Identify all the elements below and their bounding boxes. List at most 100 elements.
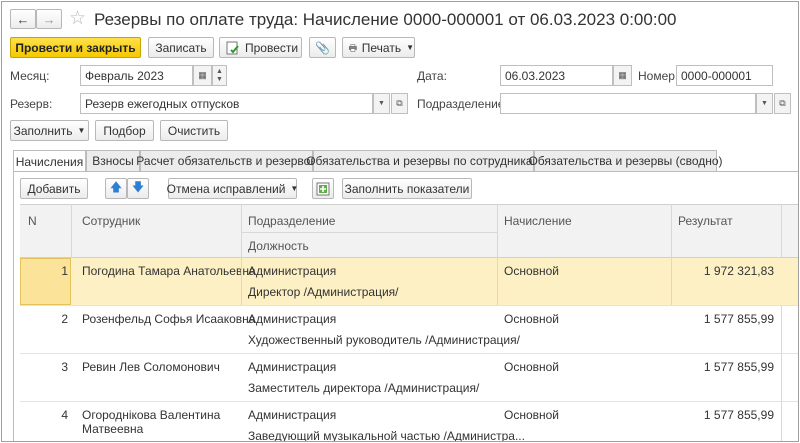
print-label: Печать — [361, 40, 402, 55]
chevron-down-icon: ▼ — [761, 100, 768, 107]
accrual-name: Основной — [504, 312, 560, 326]
department-name: Администрация — [248, 408, 337, 422]
attach-button[interactable]: 📎 — [309, 37, 336, 58]
department-label: Подразделение: — [417, 97, 508, 111]
col-divider — [241, 204, 242, 258]
col-employee-header[interactable]: Сотрудник — [82, 214, 140, 228]
row-number: 1 — [61, 264, 68, 278]
chevron-down-icon: ▼ — [290, 184, 299, 193]
col-divider — [497, 258, 498, 305]
chevron-down-icon: ▼ — [378, 100, 385, 107]
save-button[interactable]: Записать — [148, 37, 214, 58]
fill-indicators-icon — [316, 182, 330, 195]
page-title: Резервы по оплате труда: Начисление 0000… — [94, 10, 677, 29]
row-number: 2 — [61, 312, 68, 326]
table-row[interactable]: 4 Огороднікова Валентина Матвеевна Админ… — [20, 402, 798, 441]
date-field[interactable]: 06.03.2023 — [500, 65, 613, 86]
header-divider — [241, 232, 497, 233]
month-stepper[interactable]: ▲ ▼ — [212, 65, 227, 86]
col-divider — [497, 204, 498, 258]
result-value: 1 972 321,83 — [703, 264, 774, 278]
row-number: 4 — [61, 408, 68, 422]
print-button[interactable]: Печать ▼ — [342, 37, 415, 58]
department-name: Администрация — [248, 264, 337, 278]
star-icon[interactable]: ☆ — [69, 7, 86, 30]
tab-calculation[interactable]: Расчет обязательств и резервов — [136, 150, 317, 171]
post-button[interactable]: Провести — [219, 37, 302, 58]
table-row[interactable]: 2 Розенфельд Софья Исааковна Администрац… — [20, 306, 798, 354]
col-divider — [671, 258, 672, 305]
forward-arrow-icon: → — [42, 11, 56, 27]
back-arrow-icon: ← — [16, 11, 30, 27]
fill-button[interactable]: Заполнить ▼ — [10, 120, 89, 141]
table-row[interactable]: 3 Ревин Лев Соломонович Администрация За… — [20, 354, 798, 402]
table-row[interactable]: 1 Погодина Тамара Анатольевна Администра… — [20, 258, 798, 306]
post-and-close-button[interactable]: Провести и закрыть — [10, 37, 141, 58]
tab-panel-border — [13, 171, 798, 172]
chevron-down-icon: ▼ — [77, 126, 86, 135]
cancel-fixes-button[interactable]: Отмена исправлений ▼ — [166, 178, 299, 199]
open-icon: ⧉ — [779, 98, 786, 108]
reserve-open-button[interactable]: ⧉ — [391, 93, 408, 114]
cancel-fixes-label: Отмена исправлений — [166, 181, 286, 196]
col-divider — [241, 258, 242, 305]
table-header: N Сотрудник Подразделение Должность Начи… — [20, 204, 798, 258]
clear-button[interactable]: Очистить — [160, 120, 228, 141]
employee-name: Розенфельд Софья Исааковна — [82, 312, 256, 326]
forward-button[interactable]: → — [36, 9, 62, 29]
date-calendar-button[interactable]: ▦ — [613, 65, 632, 86]
add-button[interactable]: Добавить — [20, 178, 88, 199]
fill-label: Заполнить — [13, 123, 73, 138]
calendar-icon: ▦ — [618, 70, 627, 80]
col-divider — [71, 204, 72, 258]
month-calendar-button[interactable]: ▦ — [193, 65, 212, 86]
tab-by-employees[interactable]: Обязательства и резервы по сотрудникам — [306, 150, 541, 171]
col-result-header[interactable]: Результат — [678, 214, 733, 228]
fill-indicators-button[interactable]: Заполнить показатели — [342, 178, 472, 199]
employee-name-cont: Матвеевна — [82, 422, 144, 436]
tab-contributions[interactable]: Взносы — [86, 150, 140, 171]
clip-icon: 📎 — [315, 40, 330, 55]
calendar-icon: ▦ — [198, 70, 207, 80]
post-doc-icon — [226, 41, 239, 54]
department-open-button[interactable]: ⧉ — [774, 93, 791, 114]
accrual-name: Основной — [504, 408, 560, 422]
tab-panel-border-left — [13, 171, 14, 441]
down-arrow-icon: 🡇 — [131, 180, 145, 194]
department-field[interactable] — [500, 93, 756, 114]
col-divider — [671, 204, 672, 258]
tab-summary[interactable]: Обязательства и резервы (сводно) — [528, 150, 723, 171]
department-name: Администрация — [248, 312, 337, 326]
result-value: 1 577 855,99 — [703, 312, 774, 326]
back-button[interactable]: ← — [10, 9, 36, 29]
month-label: Месяц: — [10, 69, 50, 83]
reserve-label: Резерв: — [10, 97, 53, 111]
number-field[interactable]: 0000-000001 — [676, 65, 773, 86]
position-name: Художественный руководитель /Администрац… — [248, 333, 520, 347]
position-name: Заместитель директора /Администрация/ — [248, 381, 480, 395]
result-value: 1 577 855,99 — [703, 408, 774, 422]
month-field[interactable]: Февраль 2023 — [80, 65, 193, 86]
move-down-button[interactable]: 🡇 — [127, 178, 149, 199]
reserve-field[interactable]: Резерв ежегодных отпусков — [80, 93, 373, 114]
col-department-header[interactable]: Подразделение — [248, 214, 335, 228]
date-label: Дата: — [417, 69, 447, 83]
chevron-down-icon: ▼ — [406, 43, 414, 52]
reserve-dropdown-button[interactable]: ▼ — [373, 93, 390, 114]
col-accrual-header[interactable]: Начисление — [504, 214, 572, 228]
fill-indicators-icon-button[interactable] — [312, 178, 334, 199]
select-button[interactable]: Подбор — [95, 120, 154, 141]
col-position-header[interactable]: Должность — [248, 239, 309, 253]
up-arrow-icon: 🡅 — [109, 180, 123, 194]
employee-name: Огороднікова Валентина — [82, 408, 221, 422]
move-up-button[interactable]: 🡅 — [105, 178, 127, 199]
number-label: Номер: — [638, 69, 679, 83]
col-n-header[interactable]: N — [28, 214, 37, 228]
department-dropdown-button[interactable]: ▼ — [756, 93, 773, 114]
post-button-label: Провести — [245, 40, 299, 55]
stepper-down-icon: ▼ — [216, 75, 223, 83]
position-name: Директор /Администрация/ — [248, 285, 399, 299]
tab-accruals[interactable]: Начисления — [13, 150, 86, 172]
department-name: Администрация — [248, 360, 337, 374]
open-icon: ⧉ — [396, 98, 403, 108]
